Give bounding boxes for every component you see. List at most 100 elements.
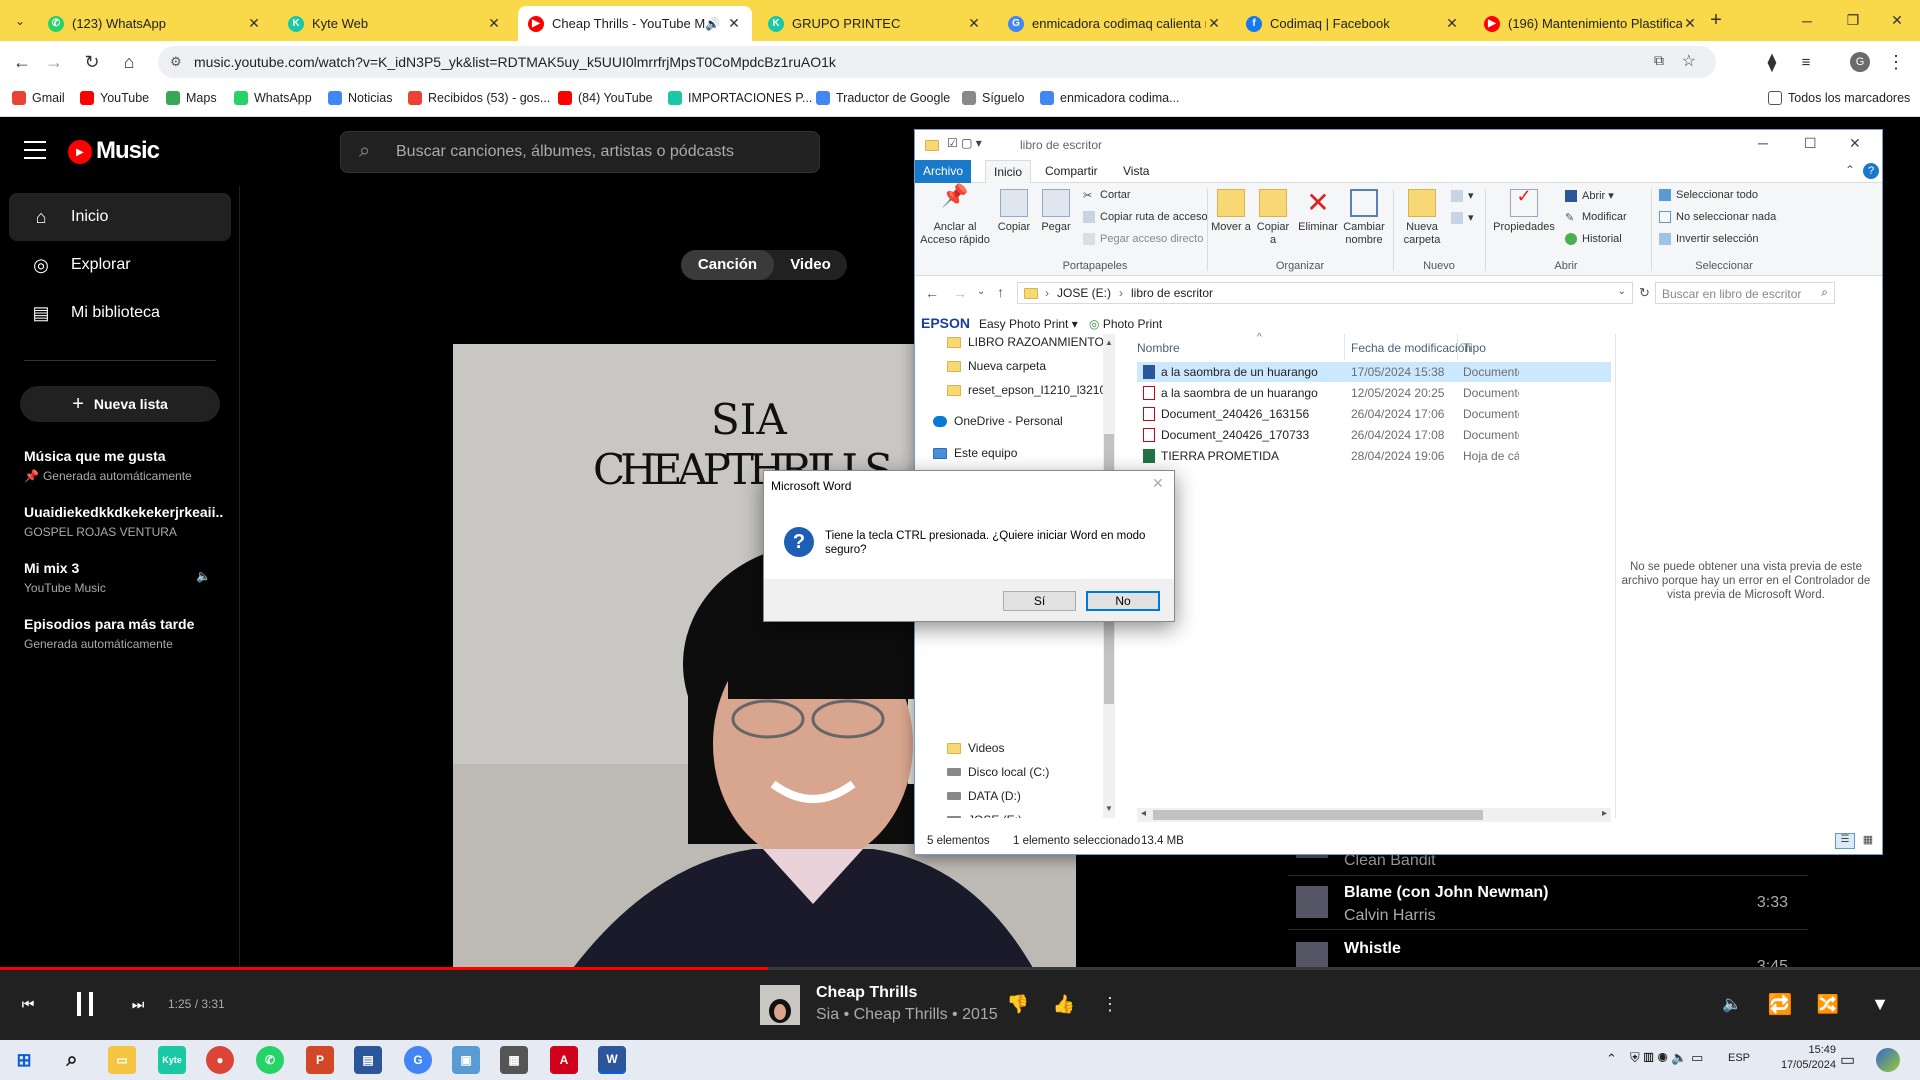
history-button[interactable]: Historial [1565, 233, 1622, 245]
song-toggle-button[interactable]: Canción [681, 250, 774, 280]
easy-access-button[interactable]: ▾ [1451, 211, 1474, 224]
chrome-profile-taskbar-icon[interactable]: G [404, 1046, 432, 1074]
sidebar-item-explorar[interactable]: ◎ Explorar [9, 241, 231, 289]
tab-search-chevron-icon[interactable]: ⌄ [8, 9, 32, 33]
up-folder-icon[interactable]: ↑ [997, 284, 1004, 300]
select-none-button[interactable]: No seleccionar nada [1659, 211, 1776, 223]
hscroll-thumb[interactable] [1153, 810, 1483, 820]
explorer-forward-icon[interactable]: → [953, 285, 967, 301]
new-playlist-button[interactable]: + Nueva lista [20, 386, 220, 422]
explorer-address-bar[interactable]: › JOSE (E:) › libro de escritor ⌄ [1017, 282, 1633, 304]
bookmark-item[interactable]: Gmail [12, 91, 65, 105]
nav-tree-item[interactable]: Nueva carpeta [915, 354, 1105, 378]
playlist-item[interactable]: Música que me gusta 📌 Generada automáticam… [24, 448, 224, 483]
tiles-view-icon[interactable]: ▦ [1859, 833, 1877, 849]
col-type[interactable]: Tipo [1463, 341, 1486, 355]
extensions-icon[interactable]: ⧫ [1760, 50, 1784, 74]
open-button[interactable]: Abrir ▾ [1565, 189, 1614, 202]
system-tray-chevron-icon[interactable]: ⌃ [1606, 1051, 1617, 1067]
player-thumbnail[interactable] [760, 985, 800, 1025]
yt-search-input[interactable]: ⌕ Buscar canciones, álbumes, artistas o … [340, 131, 820, 173]
copy-button[interactable]: Copiar [995, 189, 1033, 234]
new-tab-button[interactable]: + [1704, 8, 1728, 32]
close-tab-icon[interactable]: ✕ [966, 15, 982, 32]
browser-tab[interactable]: ▶ Cheap Thrills - YouTube Mu 🔊 ✕ [518, 6, 752, 41]
scroll-down-icon[interactable]: ▼ [1105, 804, 1113, 813]
select-all-button[interactable]: Seleccionar todo [1659, 189, 1758, 201]
col-date[interactable]: Fecha de modificación [1351, 341, 1471, 355]
close-tab-icon[interactable]: ✕ [726, 15, 742, 32]
shuffle-icon[interactable]: 🔀 [1816, 992, 1840, 1016]
photo-print-button[interactable]: ◎ Photo Print [1089, 317, 1162, 331]
hamburger-menu-icon[interactable] [24, 141, 46, 159]
install-app-icon[interactable]: ⧉ [1654, 52, 1664, 69]
file-row[interactable]: a la saombra de un huarango 17/05/2024 15… [1137, 362, 1611, 382]
dialog-close-button[interactable]: ✕ [1152, 475, 1164, 492]
file-explorer-taskbar-icon[interactable]: ▭ [108, 1046, 136, 1074]
bookmark-item[interactable]: Noticias [328, 91, 392, 105]
bookmark-item[interactable]: YouTube [80, 91, 149, 105]
taskbar-search-icon[interactable]: ⌕ [58, 1046, 86, 1074]
file-row[interactable]: Document_240426_163156 26/04/2024 17:06 Do… [1137, 404, 1611, 424]
site-info-icon[interactable]: ⚙ [170, 54, 182, 70]
close-tab-icon[interactable]: ✕ [1444, 15, 1460, 32]
browser-tab[interactable]: f Codimaq | Facebook ✕ [1236, 6, 1470, 41]
more-options-icon[interactable]: ⋮ [1100, 992, 1120, 1016]
language-indicator[interactable]: ESP [1728, 1052, 1750, 1064]
windows-start-icon[interactable]: ⊞ [10, 1046, 38, 1074]
scroll-left-icon[interactable]: ◂ [1141, 808, 1146, 819]
browser-tab[interactable]: ✆ (123) WhatsApp ✕ [38, 6, 272, 41]
minimize-window-button[interactable]: ─ [1784, 0, 1830, 41]
bookmark-item[interactable]: WhatsApp [234, 91, 312, 105]
nav-tree-item[interactable]: LIBRO RAZOANMIENTO V [915, 334, 1105, 354]
close-tab-icon[interactable]: ✕ [1206, 15, 1222, 32]
nav-tree-item[interactable]: reset_epson_l1210_l3210_l [915, 378, 1105, 402]
restore-window-button[interactable]: ❐ [1830, 0, 1876, 41]
browser-tab[interactable]: ▶ (196) Mantenimiento Plastifica ✕ [1474, 6, 1708, 41]
yt-music-logo-text[interactable]: Music [96, 137, 160, 165]
nav-tree-item[interactable]: Disco local (C:) [915, 760, 1105, 784]
recent-locations-icon[interactable]: ⌄ [977, 286, 985, 297]
close-tab-icon[interactable]: ✕ [486, 15, 502, 32]
new-folder-button[interactable]: Nueva carpeta [1399, 189, 1445, 247]
nav-tree-item[interactable]: DATA (D:) [915, 784, 1105, 808]
app-taskbar-icon[interactable]: ▤ [354, 1046, 382, 1074]
back-icon[interactable]: ← [10, 50, 34, 74]
bookmark-item[interactable]: IMPORTACIONES P... [668, 91, 812, 105]
browser-tab[interactable]: Genmicadora codimaq calienta n ✕ [998, 6, 1232, 41]
notifications-icon[interactable]: ▭ [1840, 1050, 1855, 1070]
move-to-button[interactable]: Mover a [1211, 189, 1251, 234]
pause-button[interactable] [70, 988, 100, 1020]
volume-icon[interactable]: 🔈 [1720, 992, 1744, 1016]
explorer-maximize-button[interactable]: ☐ [1804, 135, 1817, 152]
file-row[interactable]: a la saombra de un huarango 12/05/2024 20… [1137, 383, 1611, 403]
explorer-minimize-button[interactable]: ─ [1758, 135, 1768, 151]
rename-button[interactable]: Cambiar nombre [1341, 189, 1387, 247]
paste-shortcut-button[interactable]: Pegar acceso directo [1083, 233, 1203, 245]
ribbon-collapse-icon[interactable]: ⌃ [1845, 163, 1855, 177]
kyte-taskbar-icon[interactable]: Kyte [158, 1046, 186, 1074]
playlist-item[interactable]: Uuaidiekedkkdkekekerjrkeaii... GOSPEL ROJ… [24, 504, 224, 539]
bookmark-item[interactable]: Maps [166, 91, 217, 105]
no-button[interactable]: No [1086, 591, 1160, 611]
playlist-item[interactable]: Episodios para más tarde Generada automát… [24, 616, 224, 651]
queue-item[interactable]: Blame (con John Newman) Calvin Harris 3:33 [1288, 876, 1828, 930]
explorer-search-input[interactable]: Buscar en libro de escritor ⌕ [1655, 282, 1835, 304]
close-window-button[interactable]: ✕ [1874, 0, 1920, 41]
properties-button[interactable]: ✓ Propiedades [1491, 187, 1557, 234]
copy-path-button[interactable]: Copiar ruta de acceso [1083, 211, 1208, 223]
whatsapp-taskbar-icon[interactable]: ✆ [256, 1046, 284, 1074]
delete-button[interactable]: ✕ Eliminar [1297, 189, 1339, 234]
help-icon[interactable]: ? [1863, 163, 1879, 179]
sidebar-item-inicio[interactable]: ⌂ Inicio [9, 193, 231, 241]
address-bar[interactable]: ⚙ music.youtube.com/watch?v=K_idN3P5_yk&… [158, 46, 1716, 78]
col-name[interactable]: Nombre [1137, 341, 1180, 355]
nav-tree-item[interactable]: Este equipo [915, 441, 1105, 465]
tab-inicio[interactable]: Inicio [985, 160, 1032, 184]
easy-photo-print-button[interactable]: Easy Photo Print ▾ [979, 317, 1078, 331]
like-icon[interactable]: 👍 [1052, 992, 1076, 1016]
powerpoint-taskbar-icon[interactable]: P [306, 1046, 334, 1074]
bookmark-item[interactable]: Traductor de Google [816, 91, 950, 105]
yes-button[interactable]: Sí [1003, 591, 1076, 611]
reload-icon[interactable]: ↻ [80, 50, 104, 74]
